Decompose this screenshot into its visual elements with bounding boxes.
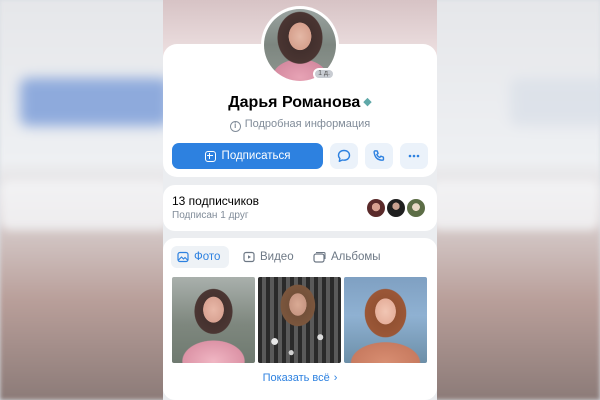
albums-icon <box>313 251 326 263</box>
tab-photos[interactable]: Фото <box>171 246 229 268</box>
photo-thumbnail[interactable] <box>172 277 255 363</box>
online-status-badge: 1 д. <box>313 68 335 80</box>
followers-count: 13 подписчиков <box>172 194 260 208</box>
more-button[interactable] <box>400 143 428 169</box>
profile-name: Дарья Романова <box>228 94 361 111</box>
follower-avatar <box>385 197 407 219</box>
call-button[interactable] <box>365 143 393 169</box>
follower-avatars <box>365 197 429 219</box>
tab-albums[interactable]: Альбомы <box>307 246 387 268</box>
blurred-background-left <box>0 0 170 400</box>
follower-avatar <box>405 197 427 219</box>
verified-gem-icon: ◆ <box>363 96 372 108</box>
profile-screen: Дарья Романова ◆ i Подробная информация По… <box>163 0 437 400</box>
follower-avatar <box>365 197 387 219</box>
followers-card[interactable]: 13 подписчиков Подписан 1 друг <box>163 185 437 231</box>
photo-icon <box>177 251 189 263</box>
message-button[interactable] <box>330 143 358 169</box>
plus-square-icon <box>204 150 216 162</box>
phone-icon <box>373 150 385 161</box>
detailed-info-label: Подробная информация <box>244 118 371 130</box>
media-card: Фото Видео Альбомы Показать всё › <box>163 238 437 400</box>
more-icon <box>408 154 420 158</box>
show-all-label: Показать всё <box>262 372 330 384</box>
message-icon <box>337 149 351 162</box>
blurred-background-right <box>430 0 600 400</box>
mutual-friends: Подписан 1 друг <box>172 210 249 221</box>
info-icon: i <box>229 121 241 132</box>
tab-videos[interactable]: Видео <box>237 246 299 268</box>
tab-videos-label: Видео <box>260 251 294 263</box>
subscribe-label: Подписаться <box>221 150 291 162</box>
tab-albums-label: Альбомы <box>331 251 381 263</box>
video-icon <box>243 251 255 263</box>
detailed-info-link[interactable]: i Подробная информация <box>163 118 437 132</box>
tab-photos-label: Фото <box>194 251 221 263</box>
photo-thumbnail[interactable] <box>258 277 341 363</box>
show-all-link[interactable]: Показать всё › <box>163 372 437 384</box>
chevron-right-icon: › <box>333 372 338 384</box>
profile-name-row: Дарья Романова ◆ <box>163 94 437 112</box>
photo-thumbnail[interactable] <box>344 277 427 363</box>
subscribe-button[interactable]: Подписаться <box>172 143 323 169</box>
